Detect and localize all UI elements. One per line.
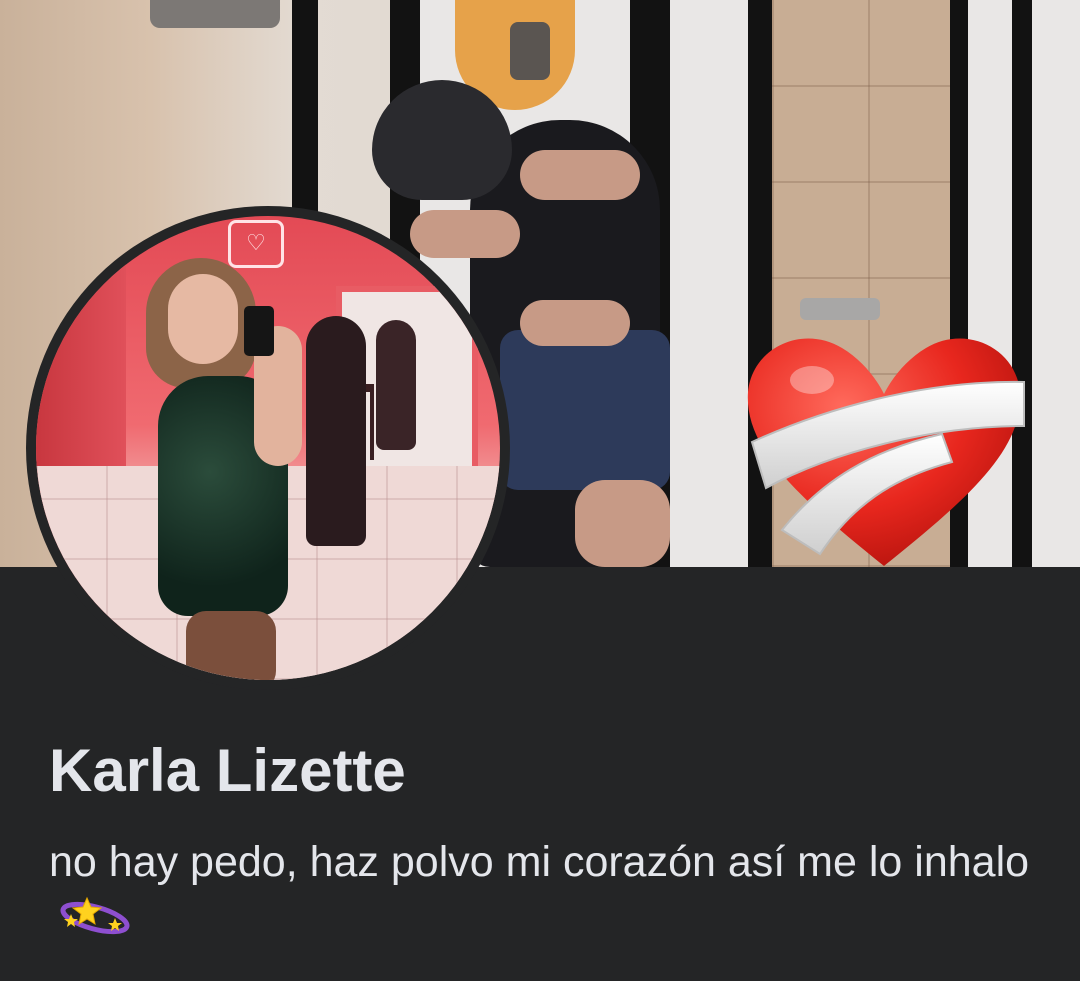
stall-door [1032,0,1080,567]
stall-door [670,0,750,567]
profile-picture[interactable]: ♡ [36,216,500,680]
person-arm [520,150,640,200]
person-leg [575,480,670,567]
person-arm [520,300,630,346]
heart-icon: ♡ [228,220,284,268]
bio-text: no hay pedo, haz polvo mi corazón así me… [49,838,1030,886]
ceiling-lamp [150,0,280,28]
person-skirt [500,330,670,490]
profile-bio: no hay pedo, haz polvo mi corazón así me… [49,836,1039,940]
person-legs [186,611,276,680]
profile-name: Karla Lizette [49,737,406,804]
phone [244,306,274,356]
background-person [376,320,416,450]
background-person [306,316,366,546]
mending-heart-icon [747,338,1025,566]
flush-valve [800,298,880,320]
dizzy-icon [60,896,130,935]
person-arm [410,210,520,258]
phone [510,22,550,80]
person-face [168,274,238,364]
